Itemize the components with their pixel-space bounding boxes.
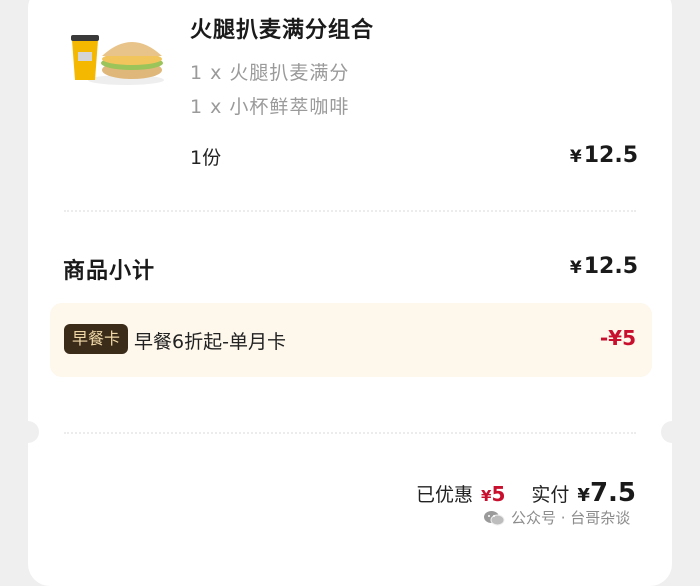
product-image [71, 35, 164, 85]
discount-amount: -¥5 [599, 326, 636, 350]
subtotal-amount: ¥12.5 [570, 254, 638, 279]
product-price-value: 12.5 [583, 143, 638, 168]
product-quantity: 1份 [190, 147, 222, 169]
breakfast-card-badge: 早餐卡 [64, 324, 129, 354]
combo-item-2: 1 x 小杯鲜萃咖啡 [190, 96, 350, 118]
product-price: ¥12.5 [570, 143, 638, 168]
subtotal-value: 12.5 [583, 254, 638, 279]
currency-symbol: ¥ [569, 147, 582, 167]
discount-description: 早餐6折起-单月卡 [134, 331, 286, 353]
watermark-text: 公众号 · 台哥杂谈 [511, 509, 631, 527]
paid-amount: ¥7.5 [577, 478, 636, 508]
saved-value: 5 [491, 482, 506, 506]
currency-symbol: ¥ [569, 258, 582, 278]
divider [64, 210, 636, 212]
currency-symbol: ¥ [481, 487, 492, 505]
discount-row[interactable]: 早餐卡 早餐6折起-单月卡 -¥5 [50, 303, 652, 377]
watermark: 公众号 · 台哥杂谈 [483, 507, 630, 528]
divider [64, 432, 636, 434]
combo-item-1: 1 x 火腿扒麦满分 [190, 62, 350, 84]
saved-label: 已优惠 [416, 484, 474, 506]
currency-symbol: ¥ [577, 485, 590, 506]
subtotal-label: 商品小计 [63, 259, 156, 284]
wechat-icon [484, 510, 505, 525]
saved-amount: ¥5 [481, 482, 505, 506]
order-summary: 已优惠 ¥5 实付 ¥7.5 [416, 478, 636, 508]
ticket-notch-right [661, 421, 683, 443]
ticket-notch-left [17, 421, 39, 443]
product-name: 火腿扒麦满分组合 [190, 18, 375, 43]
paid-label: 实付 [531, 484, 570, 506]
paid-value: 7.5 [589, 478, 636, 508]
